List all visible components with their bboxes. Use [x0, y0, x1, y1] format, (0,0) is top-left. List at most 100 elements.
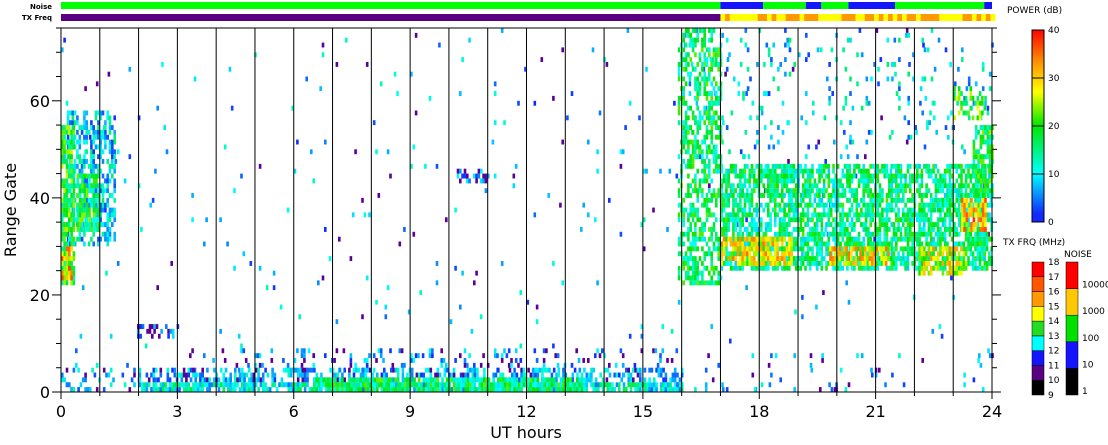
- heatmap-cell: [687, 52, 690, 58]
- heatmap-cell: [84, 377, 87, 383]
- heatmap-cell: [559, 387, 563, 392]
- heatmap-cell: [746, 163, 749, 169]
- heatmap-cell: [783, 168, 786, 174]
- heatmap-cell: [821, 353, 824, 359]
- heatmap-cell: [829, 202, 833, 208]
- heatmap-cell: [113, 178, 116, 184]
- heatmap-cell: [756, 62, 759, 67]
- heatmap-cell: [701, 202, 704, 208]
- heatmap-cell: [196, 382, 200, 388]
- heatmap-cell: [846, 227, 849, 232]
- heatmap-cell: [161, 387, 165, 392]
- heatmap-cell: [978, 261, 982, 266]
- heatmap-cell: [80, 163, 84, 169]
- heatmap-cell: [932, 168, 935, 174]
- heatmap-cell: [892, 236, 896, 242]
- heatmap-cell: [701, 62, 704, 67]
- heatmap-cell: [654, 348, 658, 354]
- heatmap-cell: [760, 251, 763, 257]
- heatmap-cell: [760, 222, 763, 227]
- heatmap-cell: [767, 227, 770, 232]
- heatmap-cell: [788, 197, 791, 203]
- heatmap-cell: [429, 382, 433, 388]
- heatmap-cell: [885, 227, 889, 232]
- heatmap-cell: [173, 387, 177, 392]
- heatmap-cell: [781, 173, 784, 179]
- heatmap-cell: [762, 236, 765, 242]
- heatmap-cell: [715, 168, 718, 174]
- heatmap-cell: [727, 178, 730, 184]
- heatmap-cell: [755, 207, 758, 213]
- heatmap-cell: [976, 231, 980, 237]
- heatmap-cell: [349, 353, 353, 359]
- heatmap-cell: [929, 110, 932, 116]
- heatmap-cell: [708, 76, 711, 82]
- heatmap-cell: [892, 188, 896, 194]
- heatmap-cell: [734, 256, 737, 261]
- heatmap-cell: [68, 246, 71, 252]
- heatmap-cell: [445, 367, 449, 373]
- heatmap-cell: [116, 149, 120, 155]
- heatmap-cell: [818, 163, 821, 169]
- heatmap-cell: [677, 71, 681, 77]
- heatmap-cell: [264, 367, 267, 373]
- heatmap-cell: [194, 372, 197, 378]
- heatmap-cell: [939, 212, 942, 218]
- heatmap-cell: [862, 168, 865, 174]
- heatmap-cell: [750, 265, 754, 271]
- heatmap-cell: [687, 231, 690, 237]
- heatmap-cell: [445, 362, 448, 368]
- heatmap-cell: [729, 338, 732, 344]
- heatmap-cell: [895, 197, 898, 203]
- heatmap-cell: [111, 154, 114, 160]
- heatmap-cell: [783, 217, 786, 223]
- heatmap-cell: [712, 28, 716, 33]
- heatmap-cell: [981, 66, 985, 72]
- heatmap-cell: [940, 333, 944, 339]
- heatmap-cell: [753, 144, 757, 150]
- heatmap-cell: [818, 231, 821, 237]
- heatmap-cell: [785, 183, 789, 189]
- heatmap-cell: [848, 178, 852, 184]
- heatmap-cell: [804, 193, 807, 198]
- heatmap-cell: [811, 173, 814, 179]
- heatmap-cell: [741, 222, 744, 227]
- heatmap-cell: [691, 280, 695, 286]
- heatmap-cell: [431, 382, 435, 388]
- heatmap-cell: [152, 382, 156, 388]
- heatmap-cell: [736, 251, 740, 257]
- heatmap-cell: [792, 261, 796, 266]
- heatmap-cell: [479, 178, 483, 184]
- heatmap-cell: [788, 168, 791, 174]
- heatmap-cell: [289, 367, 293, 373]
- heatmap-cell: [760, 382, 764, 388]
- heatmap-cell: [106, 222, 109, 227]
- heatmap-cell: [72, 280, 76, 286]
- heatmap-cell: [87, 129, 91, 135]
- heatmap-cell: [810, 367, 814, 373]
- heatmap-cell: [783, 212, 786, 218]
- heatmap-cell: [916, 217, 919, 223]
- txfreq-segment: [888, 14, 893, 21]
- heatmap-cell: [468, 37, 471, 43]
- heatmap-cell: [300, 348, 304, 354]
- heatmap-cell: [764, 173, 768, 179]
- heatmap-cell: [303, 377, 307, 383]
- heatmap-cell: [72, 222, 76, 227]
- heatmap-cell: [774, 173, 777, 179]
- heatmap-cell: [156, 105, 159, 111]
- heatmap-cell: [708, 163, 711, 169]
- heatmap-cell: [694, 246, 697, 252]
- heatmap-cell: [454, 358, 457, 363]
- heatmap-cell: [531, 387, 535, 392]
- heatmap-cell: [70, 197, 73, 203]
- heatmap-cell: [804, 251, 807, 257]
- heatmap-cell: [847, 251, 851, 257]
- heatmap-cell: [722, 222, 726, 227]
- heatmap-cell: [841, 212, 845, 218]
- heatmap-cell: [818, 251, 821, 257]
- heatmap-cell: [306, 382, 309, 388]
- heatmap-cell: [677, 265, 681, 271]
- heatmap-cell: [438, 42, 441, 48]
- heatmap-cell: [853, 212, 856, 218]
